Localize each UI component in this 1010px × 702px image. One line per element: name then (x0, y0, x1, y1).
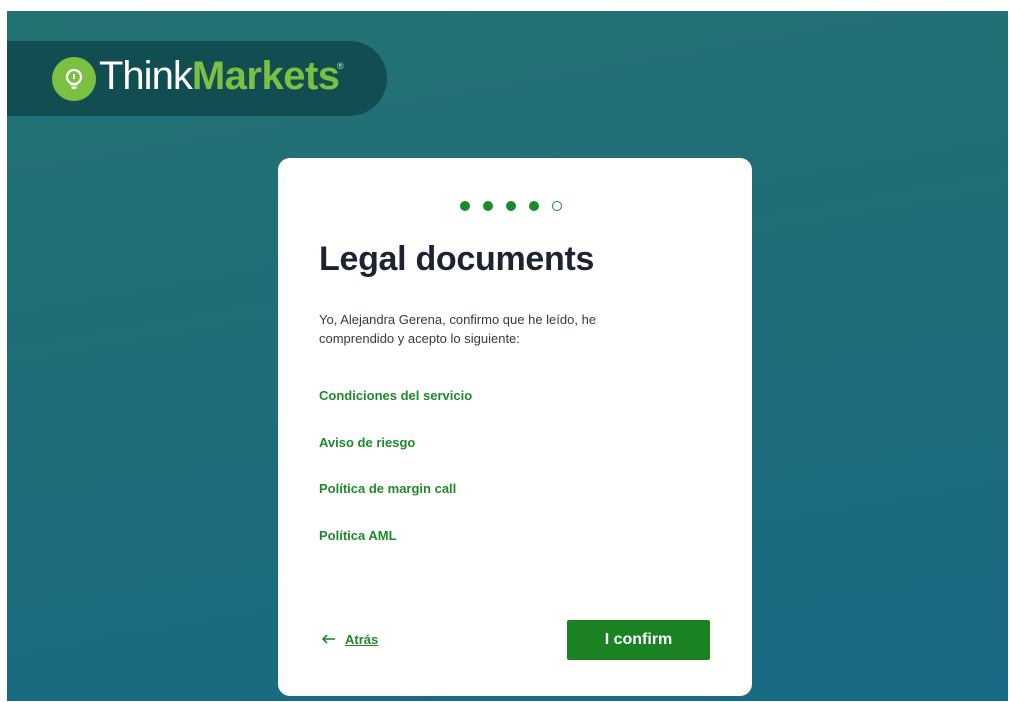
progress-steps (460, 200, 562, 212)
brand-name-part1: Think (99, 54, 193, 98)
step-dot-completed (460, 201, 470, 211)
page-title: Legal documents (319, 240, 595, 278)
brand-name: ThinkMarkets (99, 54, 340, 99)
registered-mark: ® (337, 61, 344, 71)
arrow-left-icon (321, 632, 336, 647)
confirmation-intro-text: Yo, Alejandra Gerena, confirmo que he le… (319, 312, 597, 346)
document-link-risk-warning[interactable]: Aviso de riesgo (319, 435, 415, 450)
step-dot-completed (483, 201, 493, 211)
back-link-label[interactable]: Atrás (345, 632, 378, 647)
brand-name-part2: Markets (191, 54, 340, 98)
confirm-button[interactable]: I confirm (567, 620, 710, 660)
step-dot-completed (529, 201, 539, 211)
lightbulb-icon (52, 57, 96, 101)
page-background: ThinkMarkets ® Legal documents Yo, Aleja… (7, 11, 1008, 701)
legal-documents-card: Legal documents Yo, Alejandra Gerena, co… (278, 158, 752, 696)
document-link-aml-policy[interactable]: Política AML (319, 528, 397, 543)
document-link-terms-of-service[interactable]: Condiciones del servicio (319, 388, 472, 403)
back-link[interactable]: Atrás (321, 632, 378, 647)
document-link-margin-call-policy[interactable]: Política de margin call (319, 481, 456, 496)
brand-logo: ThinkMarkets ® (7, 41, 387, 116)
step-dot-completed (506, 201, 516, 211)
step-dot-current (552, 201, 562, 211)
